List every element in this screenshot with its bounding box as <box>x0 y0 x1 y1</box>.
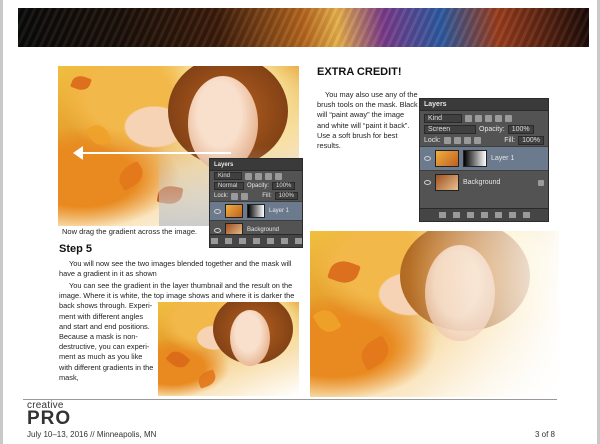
lock-pixels-icon[interactable] <box>443 137 451 144</box>
extra-credit-heading: EXTRA CREDIT! <box>317 66 402 78</box>
text-line: will “paint away” the image <box>317 110 405 120</box>
move-icon[interactable] <box>463 137 471 144</box>
layers-panel-small: Layers Kind Normal Opacity: 100% Lock: F… <box>209 158 303 248</box>
layer-name: Layer 1 <box>491 155 515 162</box>
fill-field[interactable]: 100% <box>274 192 298 200</box>
filter-pixel-icon[interactable] <box>465 115 472 122</box>
face-shape <box>230 310 270 366</box>
extra-credit-text: You may also use any of the brush tools … <box>317 90 427 151</box>
eye-icon[interactable] <box>214 227 221 233</box>
filter-shape-icon[interactable] <box>495 115 502 122</box>
layer-row[interactable]: Layer 1 <box>210 201 302 220</box>
filter-type-icon[interactable] <box>265 172 272 180</box>
opacity-label: Opacity: <box>479 126 505 133</box>
layer-name: Layer 1 <box>269 208 290 214</box>
filter-adjust-icon[interactable] <box>255 172 262 180</box>
trash-icon[interactable] <box>522 212 530 218</box>
lock-icon[interactable] <box>473 137 481 144</box>
logo-pro: PRO <box>27 408 72 429</box>
link-icon[interactable] <box>438 212 446 218</box>
text-line: You may also use any of the <box>325 90 418 99</box>
blend-mode-select[interactable]: Screen <box>424 125 476 134</box>
layer-thumbnail <box>225 204 243 218</box>
lock-label: Lock: <box>424 137 441 144</box>
leaf-shape <box>85 120 113 150</box>
fx-icon[interactable] <box>452 212 460 218</box>
eye-icon[interactable] <box>214 208 221 214</box>
gradient-overlay <box>409 231 559 397</box>
opacity-label: Opacity: <box>247 183 270 189</box>
fx-icon[interactable] <box>224 238 232 244</box>
leaf-shape <box>165 347 191 372</box>
opacity-field[interactable]: 100% <box>272 182 296 190</box>
layer-row[interactable]: Background <box>420 170 548 194</box>
fill-field[interactable]: 100% <box>518 136 544 145</box>
mask-thumbnail[interactable] <box>463 150 487 167</box>
leaf-shape <box>312 305 342 337</box>
mask-icon[interactable] <box>238 238 246 244</box>
layer-row[interactable]: Layer 1 <box>420 146 548 170</box>
figure-caption: Now drag the gradient across the image. <box>62 227 198 236</box>
text-line: Use a soft brush for best <box>317 130 398 140</box>
blend-mode-select[interactable]: Normal <box>214 182 244 190</box>
link-icon[interactable] <box>210 238 218 244</box>
eye-icon[interactable] <box>424 156 431 161</box>
step-heading: Step 5 <box>59 243 93 255</box>
leaf-shape <box>196 369 218 389</box>
lock-icon[interactable] <box>231 192 239 200</box>
filter-smart-icon[interactable] <box>505 115 512 122</box>
filter-type-icon[interactable] <box>485 115 492 122</box>
layers-panel-large: Layers Kind Screen Opacity: 100% Lock: F… <box>419 98 549 222</box>
text-line: image. Where it is white, the top image … <box>59 291 295 301</box>
step-paragraph-1: You will now see the two images blended … <box>59 259 304 279</box>
layer-thumbnail <box>435 174 459 191</box>
new-layer-icon[interactable] <box>280 238 288 244</box>
mask-thumbnail[interactable] <box>247 204 265 218</box>
brush-icon[interactable] <box>241 192 249 200</box>
kind-filter[interactable]: Kind <box>424 114 462 123</box>
kind-filter[interactable]: Kind <box>214 172 242 180</box>
text-line: results. <box>317 141 341 151</box>
text-line: brush tools on the mask. Black <box>317 100 418 110</box>
blended-result-photo-small <box>158 302 299 396</box>
panel-footer <box>210 234 302 247</box>
eye-icon[interactable] <box>424 180 431 185</box>
event-info: July 10–13, 2016 // Minneapolis, MN <box>27 430 157 439</box>
trash-icon[interactable] <box>294 238 302 244</box>
layer-name: Background <box>463 179 501 186</box>
folder-icon[interactable] <box>266 238 274 244</box>
text-line: and white will “paint it back”. <box>317 120 410 130</box>
step-para-1-text: You will now see the two images blended … <box>59 259 292 279</box>
brush-icon[interactable] <box>453 137 461 144</box>
page-number: 3 of 8 <box>534 430 555 439</box>
folder-icon[interactable] <box>494 212 502 218</box>
leaf-shape <box>70 73 92 93</box>
blended-result-photo-large <box>310 231 559 397</box>
header-banner-image <box>18 8 589 47</box>
adjustment-icon[interactable] <box>480 212 488 218</box>
panel-footer <box>420 208 548 221</box>
drag-arrow-icon <box>73 146 231 160</box>
lock-label: Lock: <box>214 193 229 199</box>
layers-tab[interactable]: Layers <box>210 159 302 171</box>
footer-divider <box>23 399 557 400</box>
lock-icon <box>538 179 544 186</box>
leaf-shape <box>114 160 148 192</box>
new-layer-icon[interactable] <box>508 212 516 218</box>
layer-thumbnail <box>435 150 459 167</box>
filter-pixel-icon[interactable] <box>245 172 252 180</box>
document-page: Layers Kind Normal Opacity: 100% Lock: F… <box>0 0 600 444</box>
leaf-shape <box>327 256 361 288</box>
fill-label: Fill: <box>262 193 272 199</box>
opacity-field[interactable]: 100% <box>507 125 534 134</box>
adjustment-icon[interactable] <box>252 238 260 244</box>
text-line: You can see the gradient in the layer th… <box>69 281 293 290</box>
filter-adjust-icon[interactable] <box>475 115 482 122</box>
fill-label: Fill: <box>504 137 516 144</box>
filter-shape-icon[interactable] <box>275 172 282 180</box>
leaf-shape <box>356 335 394 371</box>
mask-icon[interactable] <box>466 212 474 218</box>
layer-name: Background <box>247 227 280 233</box>
layers-tab[interactable]: Layers <box>420 99 548 111</box>
